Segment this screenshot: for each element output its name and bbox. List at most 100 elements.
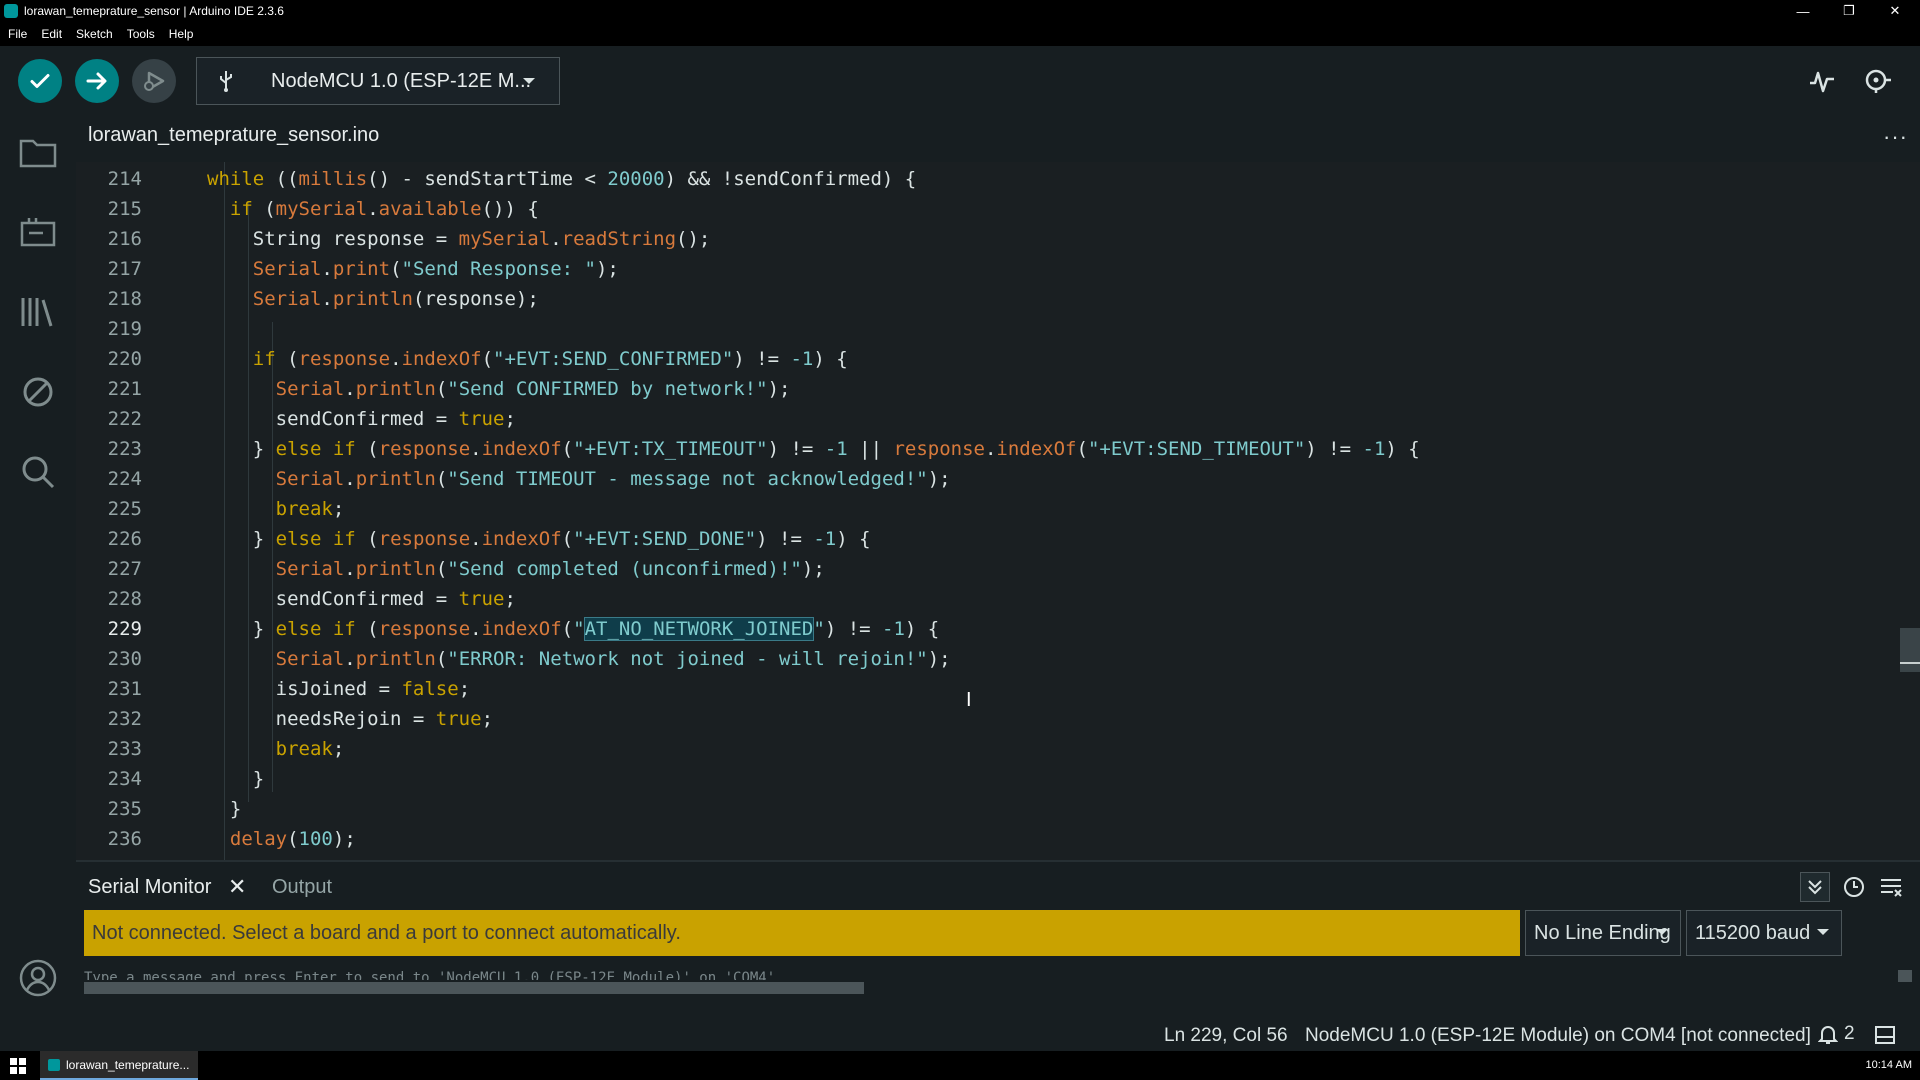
- close-serial-monitor-button[interactable]: ✕: [228, 874, 246, 900]
- windows-start-icon[interactable]: [10, 1058, 26, 1074]
- code-text: if (response.indexOf("+EVT:SEND_CONFIRME…: [207, 344, 848, 374]
- code-line[interactable]: 227 Serial.println("Send completed (unco…: [76, 554, 1896, 584]
- code-token: (: [435, 648, 448, 670]
- file-tab[interactable]: lorawan_temeprature_sensor.ino: [88, 124, 379, 158]
- code-line[interactable]: 220 if (response.indexOf("+EVT:SEND_CONF…: [76, 344, 1896, 374]
- code-token: .: [470, 528, 482, 550]
- code-token: );: [801, 558, 825, 580]
- code-token: ) {: [813, 348, 848, 370]
- code-line[interactable]: 222 sendConfirmed = true;: [76, 404, 1896, 434]
- code-line[interactable]: 235 }: [76, 794, 1896, 824]
- notifications-button[interactable]: 2: [1818, 1023, 1855, 1045]
- taskbar-clock: 10:14 AM: [1865, 1059, 1912, 1071]
- code-line[interactable]: 215 if (mySerial.available()) {: [76, 194, 1896, 224]
- horizontal-scrollbar[interactable]: [84, 982, 864, 994]
- code-line[interactable]: 214 while ((millis() - sendStartTime < 20…: [76, 164, 1896, 194]
- chevron-down-icon: [521, 72, 537, 95]
- toolbar: NodeMCU 1.0 (ESP-12E M...: [0, 46, 1920, 114]
- account-button[interactable]: [18, 958, 58, 998]
- code-token: (: [275, 348, 299, 370]
- sketchbook-button[interactable]: [18, 132, 58, 172]
- taskbar-arduino-item[interactable]: lorawan_temeprature...: [40, 1051, 198, 1080]
- toggle-panel-button[interactable]: [1874, 1025, 1896, 1051]
- code-token: else if: [275, 528, 356, 550]
- library-manager-button[interactable]: [18, 292, 58, 332]
- close-window-button[interactable]: ✕: [1872, 0, 1918, 22]
- line-number: 232: [107, 708, 142, 730]
- cursor-position[interactable]: Ln 229, Col 56: [1164, 1025, 1288, 1047]
- tab-serial-monitor[interactable]: Serial Monitor: [88, 876, 211, 899]
- debug-panel-button[interactable]: [18, 372, 58, 412]
- upload-button[interactable]: [75, 59, 119, 103]
- more-actions-icon[interactable]: ···: [1883, 124, 1908, 150]
- tab-output[interactable]: Output: [272, 876, 332, 899]
- code-line[interactable]: 236 delay(100);: [76, 824, 1896, 854]
- code-line[interactable]: 218 Serial.println(response);: [76, 284, 1896, 314]
- arduino-app-icon: [4, 4, 18, 18]
- code-token: ) {: [836, 528, 871, 550]
- code-line[interactable]: 219: [76, 314, 1896, 344]
- account-icon: [19, 959, 57, 997]
- timestamp-button[interactable]: [1839, 872, 1869, 902]
- vertical-scrollbar[interactable]: [1898, 970, 1912, 982]
- boards-manager-icon: [20, 218, 56, 247]
- boards-manager-button[interactable]: [18, 212, 58, 252]
- code-token: }: [252, 438, 276, 460]
- code-text: Serial.println("Send CONFIRMED by networ…: [207, 374, 791, 404]
- serial-message-input[interactable]: Type a message and press Enter to send t…: [84, 966, 784, 980]
- clear-output-button[interactable]: [1876, 872, 1906, 902]
- code-token: .: [390, 348, 402, 370]
- upload-icon: [86, 72, 107, 90]
- code-line[interactable]: 234 }: [76, 764, 1896, 794]
- editor-scrollbar-thumb[interactable]: [1900, 628, 1920, 672]
- code-token: (: [561, 438, 574, 460]
- search-button[interactable]: [18, 452, 58, 492]
- code-token: indexOf: [401, 348, 482, 370]
- code-text: sendConfirmed = true;: [207, 404, 516, 434]
- serial-monitor-button[interactable]: [1860, 64, 1894, 98]
- board-selector[interactable]: NodeMCU 1.0 (ESP-12E M...: [196, 57, 560, 105]
- code-token: else if: [275, 438, 356, 460]
- code-token: indexOf: [481, 438, 562, 460]
- code-token: response: [893, 438, 985, 460]
- line-number: 235: [107, 798, 142, 820]
- code-line[interactable]: 225 break;: [76, 494, 1896, 524]
- baud-rate-select[interactable]: 115200 baud: [1686, 910, 1842, 956]
- code-editor[interactable]: 214 while ((millis() - sendStartTime < 20…: [76, 162, 1920, 860]
- code-token: (: [252, 198, 276, 220]
- code-text: Serial.print("Send Response: ");: [207, 254, 619, 284]
- verify-button[interactable]: [18, 59, 62, 103]
- code-line[interactable]: 226 } else if (response.indexOf("+EVT:SE…: [76, 524, 1896, 554]
- maximize-button[interactable]: ❐: [1826, 0, 1872, 22]
- code-line[interactable]: 229 } else if (response.indexOf("AT_NO_N…: [76, 614, 1896, 644]
- code-line[interactable]: 216 String response = mySerial.readStrin…: [76, 224, 1896, 254]
- code-token: true: [435, 708, 482, 730]
- autoscroll-button[interactable]: [1800, 872, 1830, 902]
- code-token: ) !=: [767, 438, 825, 460]
- code-line[interactable]: 224 Serial.println("Send TIMEOUT - messa…: [76, 464, 1896, 494]
- serial-plotter-button[interactable]: [1805, 64, 1839, 98]
- line-ending-select[interactable]: No Line Ending: [1525, 910, 1681, 956]
- code-token: (: [435, 468, 448, 490]
- code-line[interactable]: 228 sendConfirmed = true;: [76, 584, 1896, 614]
- code-line[interactable]: 221 Serial.println("Send CONFIRMED by ne…: [76, 374, 1896, 404]
- code-line[interactable]: 217 Serial.print("Send Response: ");: [76, 254, 1896, 284]
- menu-edit[interactable]: Edit: [41, 27, 62, 41]
- code-line[interactable]: 223 } else if (response.indexOf("+EVT:TX…: [76, 434, 1896, 464]
- menu-sketch[interactable]: Sketch: [76, 27, 113, 41]
- code-line[interactable]: 233 break;: [76, 734, 1896, 764]
- search-highlight: AT_NO_NETWORK_JOINED: [583, 617, 815, 641]
- menu-tools[interactable]: Tools: [127, 27, 155, 41]
- clear-output-icon: [1881, 879, 1902, 897]
- board-status[interactable]: NodeMCU 1.0 (ESP-12E Module) on COM4 [no…: [1305, 1025, 1811, 1047]
- minimize-button[interactable]: —: [1780, 0, 1826, 22]
- menu-help[interactable]: Help: [169, 27, 194, 41]
- code-token: ) !=: [733, 348, 791, 370]
- code-line[interactable]: 231 isJoined = false;: [76, 674, 1896, 704]
- debug-button[interactable]: [132, 59, 176, 103]
- code-line[interactable]: 230 Serial.println("ERROR: Network not j…: [76, 644, 1896, 674]
- code-token: }: [252, 618, 276, 640]
- menu-file[interactable]: File: [8, 27, 27, 41]
- code-line[interactable]: 232 needsRejoin = true;: [76, 704, 1896, 734]
- chevron-down-icon: [1815, 923, 1831, 946]
